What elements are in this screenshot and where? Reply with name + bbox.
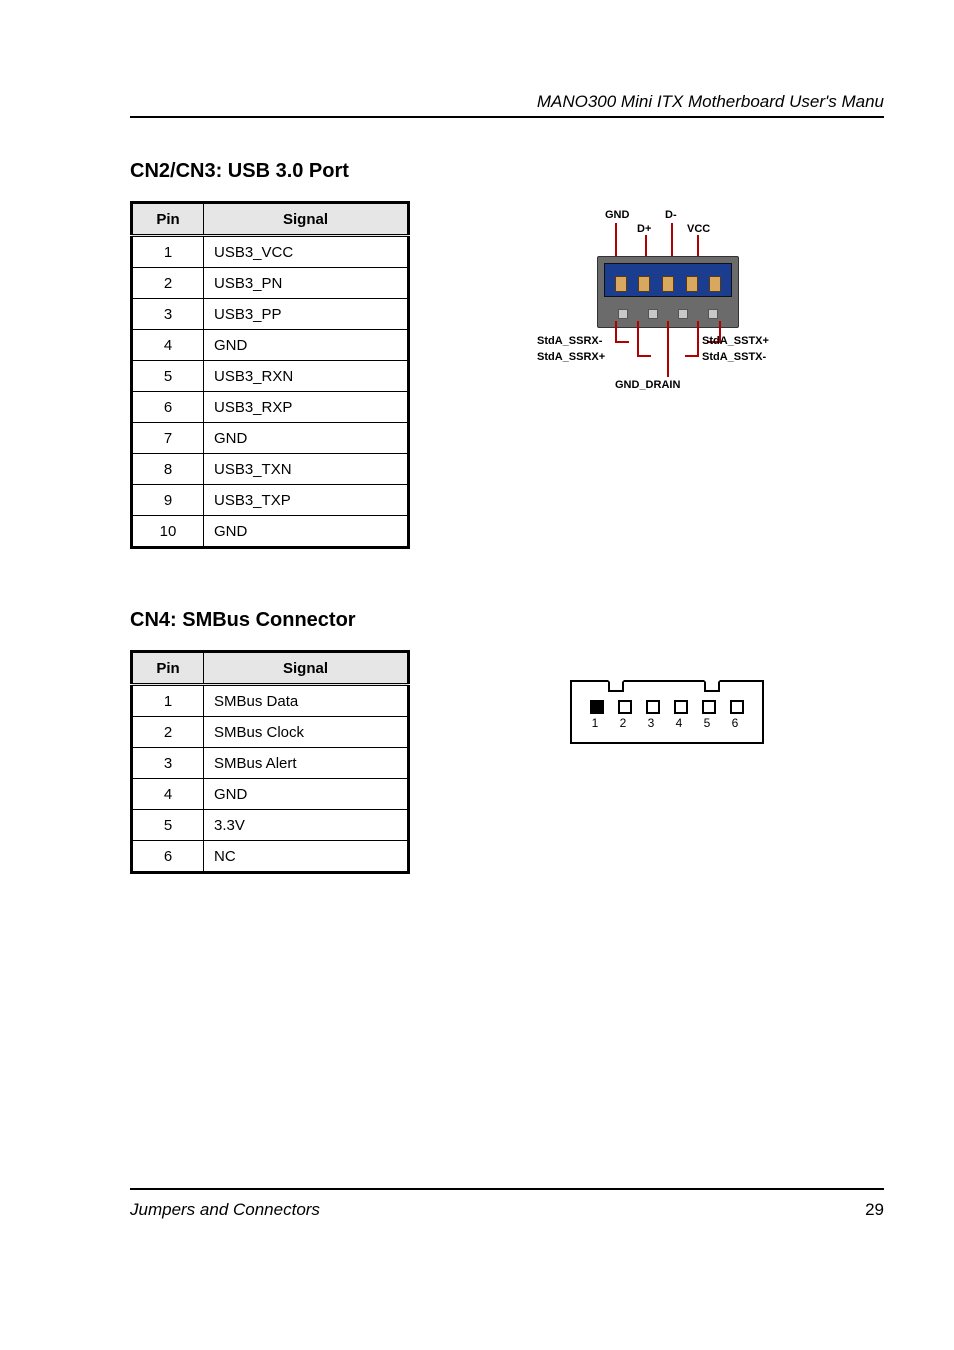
header-rule — [130, 116, 884, 118]
usb3-figure: GND D+ D- VCC — [450, 201, 884, 411]
table-row: 1SMBus Data — [132, 685, 409, 717]
usb3-port — [597, 256, 739, 328]
table-row: 2USB3_PN — [132, 268, 409, 299]
pin-num-6: 6 — [728, 716, 742, 730]
footer-left: Jumpers and Connectors — [130, 1200, 320, 1220]
pin-cell: 10 — [132, 516, 204, 548]
pin-label-ssrx-minus: StdA_SSRX- — [537, 335, 602, 347]
cn4-pin-table: Pin Signal 1SMBus Data2SMBus Clock3SMBus… — [130, 650, 410, 874]
pin-cell: 1 — [132, 236, 204, 268]
pin-cell: 2 — [132, 717, 204, 748]
section-title: CN4: SMBus Connector — [130, 609, 884, 632]
signal-cell: USB3_TXP — [204, 485, 409, 516]
signal-cell: GND — [204, 779, 409, 810]
signal-cell: USB3_VCC — [204, 236, 409, 268]
table-row: 4GND — [132, 330, 409, 361]
table-row: 9USB3_TXP — [132, 485, 409, 516]
signal-cell: SMBus Alert — [204, 748, 409, 779]
pin-label-sstx-minus: StdA_SSTX- — [702, 351, 766, 363]
table-row: 2SMBus Clock — [132, 717, 409, 748]
section-usb3: CN2/CN3: USB 3.0 Port Pin Signal 1USB3_V… — [130, 160, 884, 549]
pin-cell: 3 — [132, 748, 204, 779]
pin-cell: 4 — [132, 779, 204, 810]
signal-cell: GND — [204, 516, 409, 548]
pin-label-gnd-drain: GND_DRAIN — [615, 379, 680, 391]
signal-cell: SMBus Clock — [204, 717, 409, 748]
col-signal: Signal — [204, 652, 409, 685]
page-header-text: MANO300 Mini ITX Motherboard User's Manu — [537, 92, 884, 112]
signal-cell: USB3_PP — [204, 299, 409, 330]
pin-cell: 8 — [132, 454, 204, 485]
table-row: 3SMBus Alert — [132, 748, 409, 779]
table-row: 5USB3_RXN — [132, 361, 409, 392]
col-pin: Pin — [132, 652, 204, 685]
pin-cell: 2 — [132, 268, 204, 299]
pin-num-2: 2 — [616, 716, 630, 730]
pin-label-sstx-plus: StdA_SSTX+ — [702, 335, 769, 347]
signal-cell: NC — [204, 841, 409, 873]
pin-cell: 7 — [132, 423, 204, 454]
section-cn4: CN4: SMBus Connector Pin Signal 1SMBus D… — [130, 609, 884, 874]
pin-label-vcc: VCC — [687, 223, 710, 235]
pin-cell: 3 — [132, 299, 204, 330]
pin-label-ssrx-plus: StdA_SSRX+ — [537, 351, 605, 363]
pin-cell: 5 — [132, 361, 204, 392]
table-row: 3USB3_PP — [132, 299, 409, 330]
pin-num-3: 3 — [644, 716, 658, 730]
table-row: 6USB3_RXP — [132, 392, 409, 423]
signal-cell: USB3_PN — [204, 268, 409, 299]
pin-cell: 1 — [132, 685, 204, 717]
pin-num-1: 1 — [588, 716, 602, 730]
table-row: 10GND — [132, 516, 409, 548]
table-row: 1USB3_VCC — [132, 236, 409, 268]
cn4-figure: 1 2 3 4 5 6 — [450, 650, 884, 744]
signal-cell: USB3_RXN — [204, 361, 409, 392]
signal-cell: USB3_RXP — [204, 392, 409, 423]
footer-rule — [130, 1188, 884, 1190]
table-row: 53.3V — [132, 810, 409, 841]
table-row: 4GND — [132, 779, 409, 810]
footer-right: 29 — [865, 1200, 884, 1220]
pin-num-4: 4 — [672, 716, 686, 730]
pin-label-dplus: D+ — [637, 223, 651, 235]
signal-cell: 3.3V — [204, 810, 409, 841]
table-row: 6NC — [132, 841, 409, 873]
usb3-pin-table: Pin Signal 1USB3_VCC2USB3_PN3USB3_PP4GND… — [130, 201, 410, 549]
col-pin: Pin — [132, 203, 204, 236]
pin-cell: 5 — [132, 810, 204, 841]
pin-num-5: 5 — [700, 716, 714, 730]
section-title: CN2/CN3: USB 3.0 Port — [130, 160, 884, 183]
pin-label-gnd: GND — [605, 209, 629, 221]
pin-label-dminus: D- — [665, 209, 677, 221]
pin-cell: 6 — [132, 392, 204, 423]
pin-cell: 4 — [132, 330, 204, 361]
table-row: 7GND — [132, 423, 409, 454]
pin-cell: 6 — [132, 841, 204, 873]
signal-cell: GND — [204, 423, 409, 454]
page-content: CN2/CN3: USB 3.0 Port Pin Signal 1USB3_V… — [130, 160, 884, 934]
signal-cell: USB3_TXN — [204, 454, 409, 485]
pin-cell: 9 — [132, 485, 204, 516]
signal-cell: GND — [204, 330, 409, 361]
table-row: 8USB3_TXN — [132, 454, 409, 485]
col-signal: Signal — [204, 203, 409, 236]
signal-cell: SMBus Data — [204, 685, 409, 717]
